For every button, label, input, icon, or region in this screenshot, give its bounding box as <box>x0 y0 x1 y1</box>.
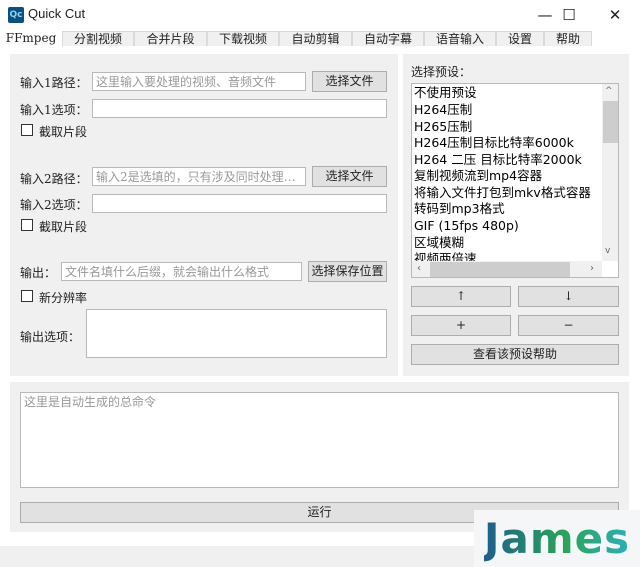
resolution-label: 新分辨率 <box>39 291 88 305</box>
input1-options-label: 输入1选项： <box>20 103 88 117</box>
input2-options-field[interactable] <box>92 194 387 213</box>
close-button[interactable]: ✕ <box>592 0 638 30</box>
move-up-button[interactable]: ↑ <box>411 286 511 307</box>
input1-choose-file-button[interactable]: 选择文件 <box>312 71 387 92</box>
list-item[interactable]: 将输入文件打包到mkv格式容器 <box>414 184 591 201</box>
tab-voice-input[interactable]: 语音输入 <box>424 31 496 47</box>
window-title: Quick Cut <box>28 6 86 21</box>
scroll-left-icon[interactable]: ‹ <box>417 263 421 274</box>
input2-path-label: 输入2路径： <box>20 172 88 186</box>
preset-help-button[interactable]: 查看该预设帮助 <box>411 344 619 365</box>
scrollbar-thumb[interactable] <box>603 101 618 143</box>
output-options-label: 输出选项： <box>20 330 81 344</box>
scroll-right-icon[interactable]: › <box>590 263 594 274</box>
resolution-checkbox[interactable] <box>21 290 33 302</box>
horizontal-scrollbar[interactable]: ‹ › <box>412 261 602 277</box>
tab-settings[interactable]: 设置 <box>496 31 544 47</box>
preset-list[interactable]: 不使用预设 H264压制 H265压制 H264压制目标比特率6000k H26… <box>411 83 619 278</box>
clip1-checkbox[interactable] <box>21 124 33 136</box>
watermark-logo: James <box>474 510 640 567</box>
clip2-checkbox[interactable] <box>21 219 33 231</box>
list-item[interactable]: H265压制 <box>414 118 472 135</box>
maximize-button[interactable]: ☐ <box>546 0 592 30</box>
list-item[interactable]: H264压制 <box>414 101 472 118</box>
add-preset-button[interactable]: + <box>411 315 511 336</box>
scroll-up-icon[interactable]: ^ <box>605 86 613 96</box>
list-item[interactable]: 转码到mp3格式 <box>414 200 505 217</box>
input1-path-label: 输入1路径： <box>20 76 88 90</box>
list-item[interactable]: 不使用预设 <box>414 84 477 101</box>
tab-split-video[interactable]: 分割视频 <box>62 31 134 47</box>
tab-merge-clips[interactable]: 合并片段 <box>134 31 207 47</box>
tab-ffmpeg[interactable]: FFmpeg <box>0 30 62 46</box>
output-path-field[interactable]: 文件名填什么后缀，就会输出什么格式 <box>61 262 302 281</box>
list-item[interactable]: H264 二压 目标比特率2000k <box>414 151 582 168</box>
move-down-button[interactable]: ↓ <box>518 286 619 307</box>
input1-options-field[interactable] <box>92 99 387 118</box>
command-field[interactable]: 这里是自动生成的总命令 <box>20 392 619 488</box>
clip2-label: 截取片段 <box>39 220 88 234</box>
hscrollbar-thumb[interactable] <box>430 262 570 277</box>
list-item[interactable]: 复制视频流到mp4容器 <box>414 167 542 184</box>
output-options-field[interactable] <box>86 309 387 358</box>
clip1-label: 截取片段 <box>39 125 88 139</box>
list-item[interactable]: GIF (15fps 480p) <box>414 217 519 234</box>
input1-path-field[interactable]: 这里输入要处理的视频、音频文件 <box>92 72 306 91</box>
input2-options-label: 输入2选项： <box>20 198 88 212</box>
preset-label: 选择预设： <box>411 65 472 79</box>
output-label: 输出： <box>20 266 57 280</box>
choose-save-location-button[interactable]: 选择保存位置 <box>308 261 387 282</box>
tab-help[interactable]: 帮助 <box>544 31 592 47</box>
tab-auto-subtitle[interactable]: 自动字幕 <box>352 31 424 47</box>
remove-preset-button[interactable]: − <box>518 315 619 336</box>
list-item[interactable]: H264压制目标比特率6000k <box>414 134 574 151</box>
tab-auto-edit[interactable]: 自动剪辑 <box>279 31 352 47</box>
input2-path-field[interactable]: 输入2是选填的，只有涉及同时处理… <box>92 167 306 186</box>
scroll-down-icon[interactable]: v <box>605 246 610 256</box>
input2-choose-file-button[interactable]: 选择文件 <box>312 166 387 187</box>
tab-download-video[interactable]: 下载视频 <box>207 31 279 47</box>
list-item[interactable]: 区域模糊 <box>414 234 464 251</box>
app-logo-icon: Qc <box>8 7 24 23</box>
vertical-scrollbar[interactable]: ^ v <box>602 84 618 261</box>
